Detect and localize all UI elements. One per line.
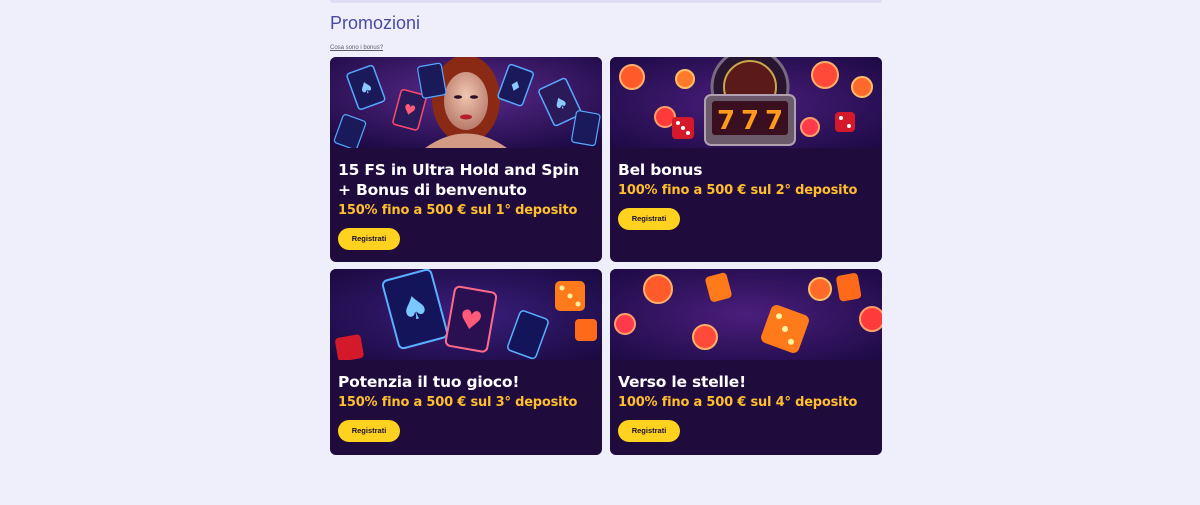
register-button[interactable]: Registrati [338,228,400,250]
promo-offer: 100% fino a 500 € sul 2° deposito [618,183,858,198]
promo-offer: 150% fino a 500 € sul 3° deposito [338,395,578,410]
promotions-section: Promozioni Cosa sono i bonus? ♠ ♥ ♦ ♠ 15… [330,12,883,455]
promo-offer: 100% fino a 500 € sul 4° deposito [618,395,858,410]
svg-text:7: 7 [717,106,735,136]
promo-image-cards-dice: ♠ ♥ [330,269,602,360]
svg-text:7: 7 [741,106,759,136]
promo-card-4: Verso le stelle! 100% fino a 500 € sul 4… [610,269,882,455]
promo-title: Potenzia il tuo gioco! [338,373,520,391]
promo-image-slot-777: 7 7 7 [610,57,882,148]
promo-title: Bel bonus [618,161,703,179]
promo-card-2: 7 7 7 Bel bonus 100% fino a 500 € sul 2°… [610,57,882,262]
register-button[interactable]: Registrati [618,420,680,442]
promo-title: 15 FS in Ultra Hold and Spin + Bonus di … [338,161,580,199]
top-bar [330,0,882,3]
bonus-help-link[interactable]: Cosa sono i bonus? [330,45,383,51]
promo-image-woman-cards: ♠ ♥ ♦ ♠ [330,57,602,148]
promo-image-chips-dice [610,269,882,360]
promo-title: Verso le stelle! [618,373,746,391]
promo-offer: 150% fino a 500 € sul 1° deposito [338,203,578,218]
svg-text:7: 7 [765,106,783,136]
register-button[interactable]: Registrati [338,420,400,442]
promo-card-3: ♠ ♥ Potenzia il tuo gioco! 150% fino a 5… [330,269,602,455]
register-button[interactable]: Registrati [618,208,680,230]
promo-card-1: ♠ ♥ ♦ ♠ 15 FS in Ultra Hold and Spin + B… [330,57,602,262]
page-title: Promozioni [330,13,421,33]
